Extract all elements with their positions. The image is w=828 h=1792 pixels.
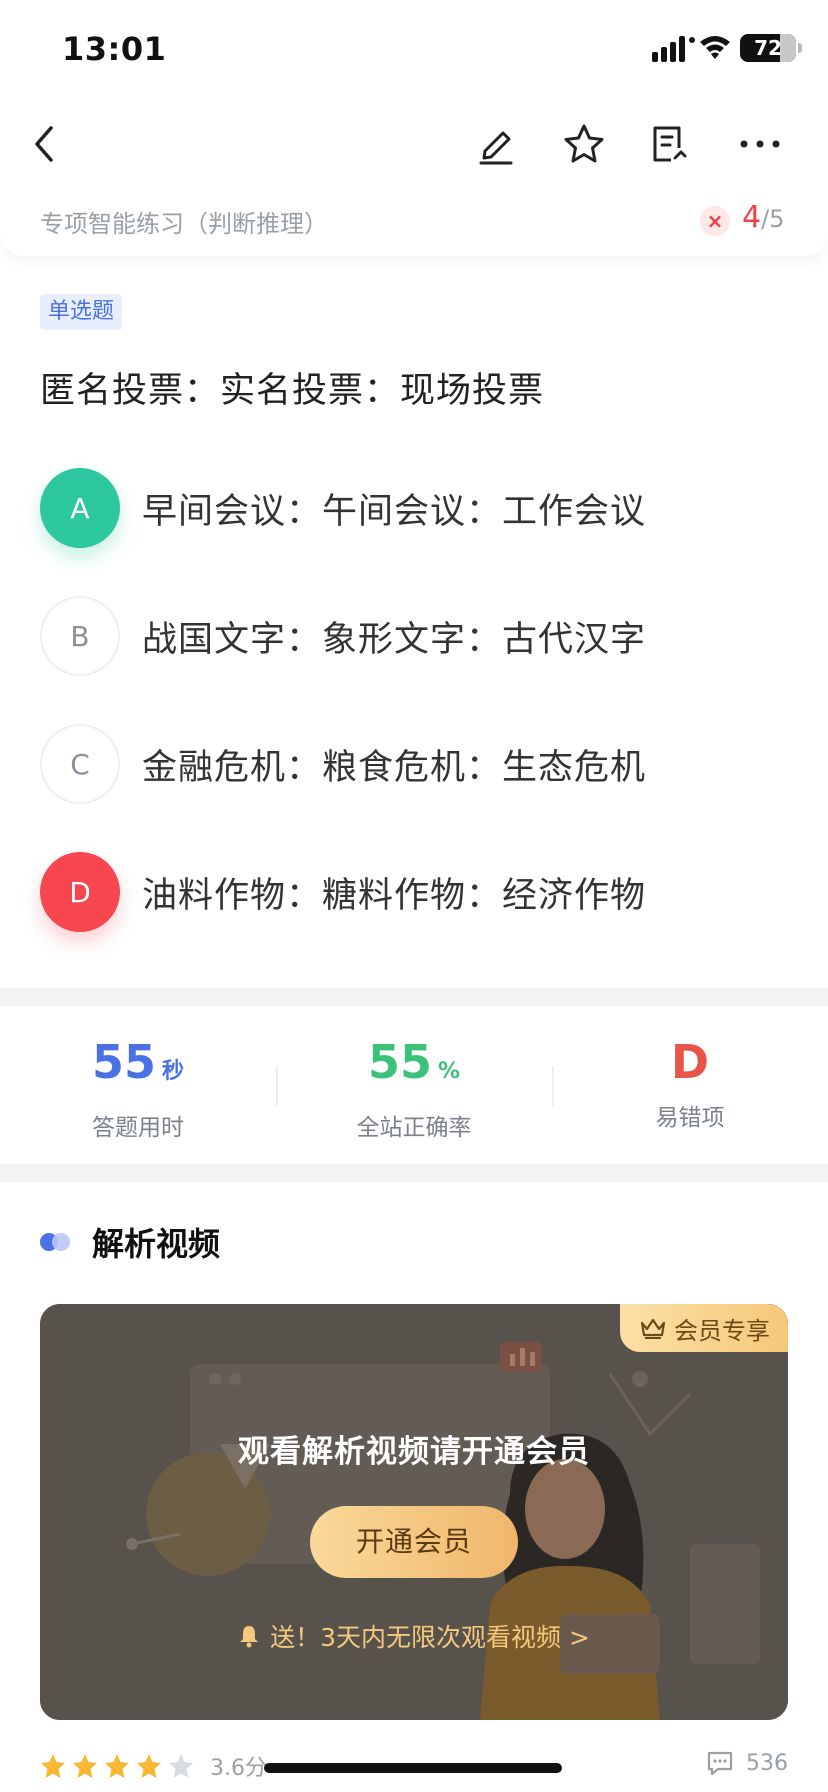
total-questions: /5 — [761, 205, 785, 233]
comment-count: 536 — [746, 1750, 788, 1776]
vip-tag-label: 会员专享 — [674, 1316, 770, 1345]
option-letter: B — [40, 596, 120, 676]
star-filled-icon — [73, 1754, 97, 1778]
status-bar: 13:01 72 — [0, 0, 828, 100]
notes-icon[interactable] — [646, 120, 694, 168]
question-stem: 匿名投票：实名投票：现场投票 — [40, 371, 545, 411]
question-type-badge: 单选题 — [40, 294, 123, 330]
wrong-mark-icon: × — [700, 206, 730, 236]
option-letter: A — [40, 468, 120, 548]
option-a[interactable]: A 早间会议：午间会议：工作会议 — [40, 468, 788, 548]
practice-header: 专项智能练习（判断推理） × 4/5 — [0, 186, 828, 256]
answer-time-label: 答题用时 — [92, 1115, 184, 1141]
battery-level: 72 — [754, 36, 782, 60]
bell-icon — [240, 1626, 259, 1648]
rating-score: 3.6分 — [210, 1756, 267, 1781]
video-section-title-text: 解析视频 — [92, 1225, 221, 1263]
practice-title: 专项智能练习（判断推理） — [40, 210, 328, 238]
option-text: 油料作物：糖料作物：经济作物 — [142, 875, 647, 916]
stat-accuracy: 55% 全站正确率 — [276, 1036, 552, 1142]
accuracy-label: 全站正确率 — [356, 1115, 472, 1141]
answer-time-value: 55 — [91, 1035, 156, 1089]
crown-icon — [640, 1318, 666, 1339]
option-text: 早间会议：午间会议：工作会议 — [142, 491, 647, 532]
accuracy-unit: % — [437, 1059, 461, 1084]
accuracy-value: 55 — [367, 1035, 432, 1089]
vip-exclusive-tag: 会员专享 — [620, 1304, 788, 1352]
free-trial-link[interactable]: 送！3天内无限次观看视频 > — [40, 1618, 788, 1654]
signal-icon — [652, 36, 695, 62]
answer-time-unit: 秒 — [162, 1059, 185, 1084]
common-error-value: D — [670, 1035, 710, 1089]
comment-icon — [707, 1751, 733, 1776]
star-icon[interactable] — [560, 120, 608, 168]
option-c[interactable]: C 金融危机：粮食危机：生态危机 — [40, 724, 788, 804]
option-d[interactable]: D 油料作物：糖料作物：经济作物 — [40, 852, 788, 932]
open-membership-button[interactable]: 开通会员 — [310, 1506, 518, 1578]
more-icon[interactable] — [736, 120, 784, 168]
comments-button[interactable]: 536 — [706, 1750, 788, 1776]
stat-common-error: D 易错项 — [552, 1036, 828, 1132]
free-trial-text: 送！3天内无限次观看视频 > — [270, 1623, 590, 1652]
question-progress[interactable]: 4/5 — [742, 200, 784, 235]
edit-icon[interactable] — [472, 120, 520, 168]
section-dot-icon — [40, 1231, 76, 1253]
wifi-icon — [700, 36, 730, 59]
current-question-number: 4 — [742, 200, 762, 235]
common-error-label: 易错项 — [655, 1105, 725, 1131]
status-time: 13:01 — [62, 30, 167, 68]
video-player-locked[interactable]: 会员专享 观看解析视频请开通会员 开通会员 送！3天内无限次观看视频 > — [40, 1304, 788, 1720]
option-text: 战国文字：象形文字：古代汉字 — [142, 619, 647, 660]
option-letter: D — [40, 852, 120, 932]
video-locked-message: 观看解析视频请开通会员 — [238, 1434, 590, 1470]
battery-icon: 72 — [740, 34, 802, 62]
answer-stats: 55 秒 答题用时 55% 全站正确率 D 易错项 — [0, 1006, 828, 1164]
home-indicator[interactable] — [264, 1763, 562, 1773]
option-b[interactable]: B 战国文字：象形文字：古代汉字 — [40, 596, 788, 676]
section-divider — [0, 988, 828, 1006]
back-icon[interactable] — [20, 120, 68, 168]
star-filled-icon — [41, 1754, 65, 1778]
option-text: 金融危机：粮食危机：生态危机 — [142, 747, 647, 788]
toolbar — [0, 100, 828, 186]
section-divider — [0, 1164, 828, 1182]
star-empty-icon — [169, 1754, 193, 1778]
star-filled-icon — [137, 1754, 161, 1778]
stat-answer-time: 55 秒 答题用时 — [0, 1036, 276, 1142]
star-filled-icon — [105, 1754, 129, 1778]
video-section-title: 解析视频 — [40, 1222, 221, 1263]
option-letter: C — [40, 724, 120, 804]
